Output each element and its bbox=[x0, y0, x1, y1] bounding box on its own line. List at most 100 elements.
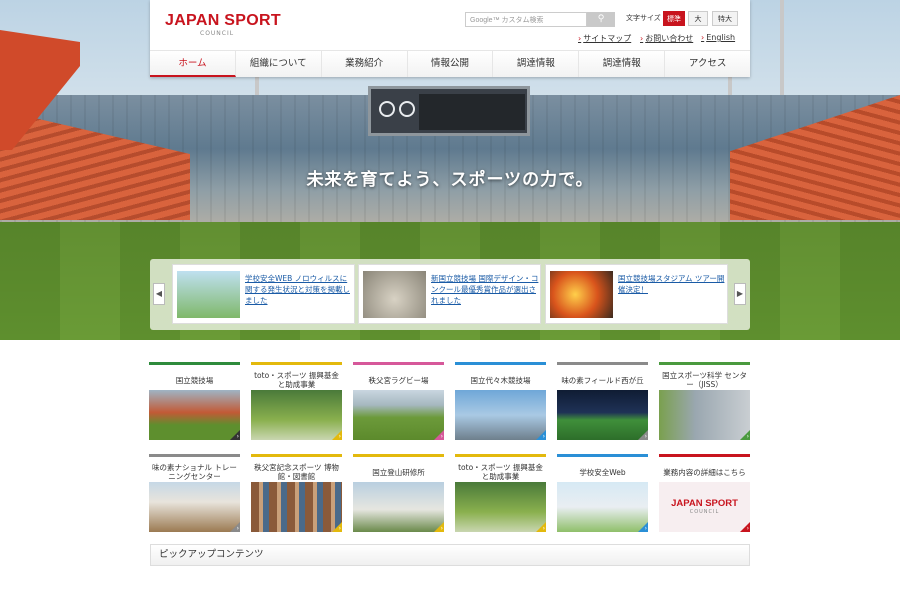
english-link[interactable]: › English bbox=[701, 33, 735, 42]
card-image bbox=[659, 390, 750, 440]
carousel-slide[interactable]: 学校安全WEB ノロウィルスに関する発生状況と対策を掲載しました bbox=[172, 264, 355, 324]
card-label: toto・スポーツ 振興基金と助成事業 bbox=[254, 371, 339, 389]
search-input[interactable]: Google™ カスタム検索 bbox=[465, 12, 587, 27]
card-label: 秩父宮ラグビー場 bbox=[368, 375, 429, 385]
chevron-right-icon: › bbox=[338, 433, 341, 440]
card-image bbox=[455, 390, 546, 440]
chevron-left-icon: ◀ bbox=[155, 289, 163, 298]
card-accent bbox=[149, 454, 240, 457]
slide-thumbnail bbox=[550, 271, 613, 318]
card-image bbox=[455, 482, 546, 532]
card-label: 国立登山研修所 bbox=[372, 467, 425, 477]
facility-card[interactable]: 国立登山研修所 › bbox=[353, 454, 444, 532]
card-image bbox=[251, 390, 342, 440]
facility-card[interactable]: 秩父宮記念スポーツ 博物館・図書館 › bbox=[251, 454, 342, 532]
facility-card[interactable]: 秩父宮ラグビー場 › bbox=[353, 362, 444, 440]
scoreboard bbox=[368, 86, 530, 136]
facility-card[interactable]: toto・スポーツ 振興基金と助成事業 › bbox=[251, 362, 342, 440]
card-accent bbox=[659, 362, 750, 365]
card-accent bbox=[455, 362, 546, 365]
scoreboard-screen bbox=[419, 94, 525, 130]
card-label: 味の素ナショナル トレーニングセンター bbox=[152, 463, 237, 481]
font-size-label: 文字サイズ bbox=[626, 14, 661, 22]
search-icon: ⚲ bbox=[597, 14, 605, 24]
facility-card[interactable]: 国立代々木競技場 › bbox=[455, 362, 546, 440]
slide-thumbnail bbox=[177, 271, 240, 318]
card-accent bbox=[149, 362, 240, 365]
card-label: 業務内容の詳細はこちら bbox=[663, 467, 746, 477]
carousel-slide[interactable]: 国立競技場スタジアム ツアー開催決定！ bbox=[545, 264, 728, 324]
facility-card[interactable]: 業務内容の詳細はこちら JAPAN SPORT COUNCIL › bbox=[659, 454, 750, 532]
carousel-next-button[interactable]: ▶ bbox=[734, 283, 746, 305]
font-size-xlarge-button[interactable]: 特大 bbox=[712, 11, 738, 26]
carousel-slide[interactable]: 新国立競技場 国際デザイン・コンクール最優秀賞作品が選出されました bbox=[358, 264, 541, 324]
chevron-right-icon: › bbox=[746, 433, 749, 440]
card-label: 国立競技場 bbox=[175, 375, 214, 385]
font-size-large-button[interactable]: 大 bbox=[688, 11, 708, 26]
card-image bbox=[251, 482, 342, 532]
card-accent bbox=[455, 454, 546, 457]
card-accent bbox=[353, 454, 444, 457]
english-link-label: English bbox=[706, 33, 736, 42]
nav-access[interactable]: アクセス bbox=[665, 51, 751, 77]
card-logo: JAPAN SPORT bbox=[671, 498, 738, 509]
card-accent bbox=[251, 454, 342, 457]
nav-procurement[interactable]: 調達情報 bbox=[493, 51, 580, 77]
arrow-icon: › bbox=[640, 34, 644, 43]
site-logo[interactable]: JAPAN SPORT bbox=[165, 12, 281, 30]
card-image bbox=[353, 482, 444, 532]
pickup-section-header: ピックアップコンテンツ bbox=[150, 544, 750, 566]
card-image bbox=[149, 390, 240, 440]
chevron-right-icon: › bbox=[644, 433, 647, 440]
chevron-right-icon: › bbox=[746, 525, 749, 532]
arrow-icon: › bbox=[578, 34, 582, 43]
font-size-standard-button[interactable]: 標準 bbox=[663, 11, 685, 26]
facility-card[interactable]: toto・スポーツ 振興基金と助成事業 › bbox=[455, 454, 546, 532]
chevron-right-icon: › bbox=[236, 525, 239, 532]
facility-card[interactable]: 味の素フィールド西が丘 › bbox=[557, 362, 648, 440]
card-logo-sub: COUNCIL bbox=[689, 509, 720, 515]
contact-link-label: お問い合わせ bbox=[645, 34, 694, 43]
clock-icon bbox=[379, 101, 395, 117]
carousel-prev-button[interactable]: ◀ bbox=[153, 283, 165, 305]
card-label: 味の素フィールド西が丘 bbox=[561, 375, 644, 385]
facility-card[interactable]: 味の素ナショナル トレーニングセンター › bbox=[149, 454, 240, 532]
card-image bbox=[557, 390, 648, 440]
card-label: 国立スポーツ科学 センター（JISS） bbox=[662, 371, 747, 389]
nav-organization[interactable]: 組織について bbox=[235, 51, 322, 77]
card-accent bbox=[557, 362, 648, 365]
slide-link[interactable]: 学校安全WEB ノロウィルスに関する発生状況と対策を掲載しました bbox=[245, 273, 353, 306]
nav-procurement-2[interactable]: 調達情報 bbox=[579, 51, 666, 77]
nav-services[interactable]: 業務紹介 bbox=[321, 51, 408, 77]
card-accent bbox=[251, 362, 342, 365]
card-label: 国立代々木競技場 bbox=[470, 375, 531, 385]
nav-disclosure[interactable]: 情報公開 bbox=[407, 51, 494, 77]
chevron-right-icon: › bbox=[338, 525, 341, 532]
nav-home[interactable]: ホーム bbox=[150, 51, 236, 77]
news-carousel: ◀ 学校安全WEB ノロウィルスに関する発生状況と対策を掲載しました 新国立競技… bbox=[150, 259, 750, 330]
facility-card[interactable]: 国立スポーツ科学 センター（JISS） › bbox=[659, 362, 750, 440]
card-image bbox=[353, 390, 444, 440]
chevron-right-icon: › bbox=[644, 525, 647, 532]
slide-link[interactable]: 新国立競技場 国際デザイン・コンクール最優秀賞作品が選出されました bbox=[431, 273, 539, 306]
search-button[interactable]: ⚲ bbox=[587, 12, 615, 27]
card-image: JAPAN SPORT COUNCIL bbox=[659, 482, 750, 532]
chevron-right-icon: ▶ bbox=[736, 289, 744, 298]
sitemap-link-label: サイトマップ bbox=[583, 34, 632, 43]
card-image bbox=[149, 482, 240, 532]
chevron-right-icon: › bbox=[440, 525, 443, 532]
card-label: 秩父宮記念スポーツ 博物館・図書館 bbox=[254, 463, 339, 481]
facility-card[interactable]: 国立競技場 › bbox=[149, 362, 240, 440]
contact-link[interactable]: › お問い合わせ bbox=[640, 33, 693, 44]
card-accent bbox=[557, 454, 648, 457]
hero-tagline: 未来を育てよう、スポーツの力で。 bbox=[306, 170, 594, 190]
card-label: toto・スポーツ 振興基金と助成事業 bbox=[458, 463, 543, 481]
slide-link[interactable]: 国立競技場スタジアム ツアー開催決定！ bbox=[618, 273, 726, 295]
chevron-right-icon: › bbox=[542, 433, 545, 440]
sitemap-link[interactable]: › サイトマップ bbox=[578, 33, 631, 44]
chevron-right-icon: › bbox=[542, 525, 545, 532]
site-logo-sub: COUNCIL bbox=[200, 30, 235, 37]
clock-icon bbox=[399, 101, 415, 117]
light-pole bbox=[780, 0, 784, 105]
facility-card[interactable]: 学校安全Web › bbox=[557, 454, 648, 532]
